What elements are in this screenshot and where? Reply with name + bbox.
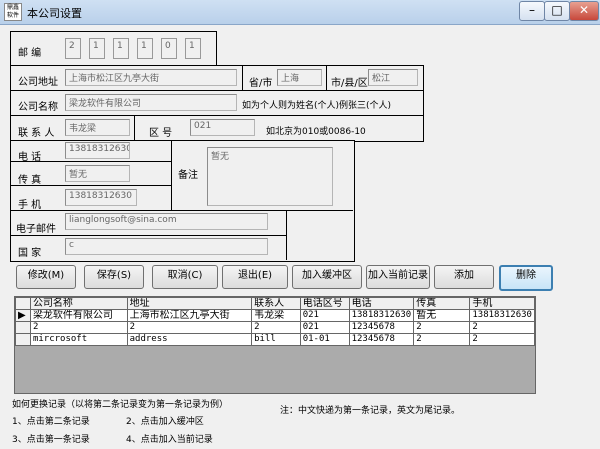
divider-mobile bbox=[10, 210, 353, 211]
maximize-button[interactable]: □ bbox=[544, 1, 570, 21]
mobile-input[interactable]: 13818312630 bbox=[65, 189, 137, 206]
step-2-text: 2、点击加入缓冲区 bbox=[126, 417, 204, 427]
table-cell[interactable]: 梁龙软件有限公司 bbox=[29, 309, 128, 322]
postcode-label: 邮 编 bbox=[18, 48, 42, 59]
company-hint: 如为个人则为姓名(个人)例张三(个人) bbox=[242, 101, 392, 111]
table-header-row: 公司名称 地址 联系人 电话区号 电话 传真 手机 bbox=[15, 297, 535, 310]
city-input[interactable]: 松江 bbox=[368, 69, 418, 86]
table-cell[interactable]: 2 bbox=[413, 333, 471, 346]
area-code-hint: 如北京为010或0086-10 bbox=[266, 127, 366, 137]
table-cell[interactable]: 暂无 bbox=[413, 309, 471, 322]
minimize-button[interactable]: – bbox=[519, 1, 545, 21]
table-cell[interactable]: 2 bbox=[126, 321, 253, 334]
address-divider bbox=[242, 66, 243, 90]
postcode-digit-3[interactable]: 1 bbox=[113, 38, 129, 59]
delete-button[interactable]: 删除 bbox=[499, 265, 553, 291]
address-label: 公司地址 bbox=[18, 77, 58, 88]
table-cell[interactable]: 2 bbox=[251, 321, 301, 334]
contact-input[interactable]: 韦龙梁 bbox=[65, 119, 130, 136]
postcode-digit-2[interactable]: 1 bbox=[89, 38, 105, 59]
records-grid[interactable]: 公司名称 地址 联系人 电话区号 电话 传真 手机 ▶ 梁龙软件有限公司 上海市… bbox=[14, 296, 536, 394]
title-bar: 鼎鑫 软件 本公司设置 – □ ✕ bbox=[0, 0, 600, 25]
exit-button[interactable]: 退出(E) bbox=[222, 265, 288, 289]
add-button[interactable]: 添加 bbox=[434, 265, 494, 289]
how-to-title: 如何更换记录（以将第二条记录变为第一条记录为例） bbox=[12, 400, 229, 410]
step-4-text: 4、点击加入当前记录 bbox=[126, 435, 213, 445]
row-header bbox=[15, 321, 31, 334]
window-title: 本公司设置 bbox=[27, 7, 82, 20]
postcode-digit-4[interactable]: 1 bbox=[137, 38, 153, 59]
app-icon: 鼎鑫 软件 bbox=[4, 3, 22, 21]
company-label: 公司名称 bbox=[18, 102, 58, 113]
records-table: 公司名称 地址 联系人 电话区号 电话 传真 手机 ▶ 梁龙软件有限公司 上海市… bbox=[15, 297, 535, 346]
email-input[interactable]: lianglongsoft@sina.com bbox=[65, 213, 268, 230]
current-row-marker: ▶ bbox=[15, 309, 31, 322]
table-row[interactable]: mircrosoft address bill 01-01 12345678 2… bbox=[15, 333, 535, 346]
table-cell[interactable]: 021 bbox=[299, 309, 350, 322]
country-label: 国 家 bbox=[18, 248, 42, 259]
email-label: 电子邮件 bbox=[16, 224, 56, 235]
column-header-address[interactable]: 地址 bbox=[126, 297, 253, 310]
contact-divider bbox=[134, 116, 135, 140]
contact-label: 联 系 人 bbox=[18, 128, 55, 139]
province-label: 省/市 bbox=[249, 78, 273, 89]
table-row[interactable]: ▶ 梁龙软件有限公司 上海市松江区九亭大街 韦龙梁 021 1381831263… bbox=[15, 309, 535, 322]
postcode-digit-6[interactable]: 1 bbox=[185, 38, 201, 59]
phone-label: 电 话 bbox=[18, 152, 42, 163]
table-cell[interactable]: 13818312630 bbox=[348, 309, 415, 322]
fax-input[interactable]: 暂无 bbox=[65, 165, 130, 182]
area-code-input[interactable]: 021 bbox=[190, 119, 255, 136]
remark-label: 备注 bbox=[178, 170, 198, 181]
save-button[interactable]: 保存(S) bbox=[84, 265, 144, 289]
divider-right bbox=[286, 210, 287, 260]
city-label: 市/县/区 bbox=[331, 78, 368, 89]
address-input[interactable]: 上海市松江区九亭大街 bbox=[65, 69, 237, 86]
column-header-area-code[interactable]: 电话区号 bbox=[299, 297, 350, 310]
step-1-text: 1、点击第二条记录 bbox=[12, 417, 90, 427]
province-input[interactable]: 上海 bbox=[277, 69, 322, 86]
step-3-text: 3、点击第一条记录 bbox=[12, 435, 90, 445]
country-input[interactable]: c bbox=[65, 238, 268, 255]
fax-label: 传 真 bbox=[18, 175, 42, 186]
add-to-buffer-button[interactable]: 加入缓冲区 bbox=[292, 265, 362, 289]
divider-email bbox=[10, 235, 286, 236]
province-divider bbox=[326, 66, 327, 90]
postcode-digit-1[interactable]: 2 bbox=[65, 38, 81, 59]
row-header bbox=[15, 333, 31, 346]
table-cell[interactable]: bill bbox=[251, 333, 301, 346]
table-cell[interactable]: 上海市松江区九亭大街 bbox=[126, 309, 253, 322]
close-button[interactable]: ✕ bbox=[569, 1, 599, 21]
add-current-record-button[interactable]: 加入当前记录 bbox=[366, 265, 430, 289]
table-cell[interactable]: 021 bbox=[299, 321, 350, 334]
table-row[interactable]: 2 2 2 021 12345678 2 2 bbox=[15, 321, 535, 334]
divider-remark bbox=[171, 140, 172, 210]
table-cell[interactable]: 2 bbox=[469, 333, 535, 346]
phone-input[interactable]: 13818312630 bbox=[65, 142, 130, 159]
table-cell[interactable]: 2 bbox=[29, 321, 128, 334]
modify-button[interactable]: 修改(M) bbox=[16, 265, 76, 289]
footnote-text: 注：中文快递为第一条记录，英文为尾记录。 bbox=[280, 406, 461, 416]
column-header-company[interactable]: 公司名称 bbox=[29, 297, 128, 310]
area-code-label: 区 号 bbox=[149, 128, 173, 139]
column-header-contact[interactable]: 联系人 bbox=[251, 297, 301, 310]
table-cell[interactable]: mircrosoft bbox=[29, 333, 128, 346]
table-cell[interactable]: 韦龙梁 bbox=[251, 309, 301, 322]
table-cell[interactable]: 12345678 bbox=[348, 333, 415, 346]
column-header-fax[interactable]: 传真 bbox=[413, 297, 471, 310]
table-cell[interactable]: 12345678 bbox=[348, 321, 415, 334]
company-input[interactable]: 梁龙软件有限公司 bbox=[65, 94, 237, 111]
table-cell[interactable]: 13818312630 bbox=[469, 309, 535, 322]
table-cell[interactable]: 2 bbox=[413, 321, 471, 334]
column-header-mobile[interactable]: 手机 bbox=[469, 297, 535, 310]
row-header-corner bbox=[15, 297, 31, 310]
mobile-label: 手 机 bbox=[18, 200, 42, 211]
table-cell[interactable]: address bbox=[126, 333, 253, 346]
cancel-button[interactable]: 取消(C) bbox=[152, 265, 218, 289]
column-header-phone[interactable]: 电话 bbox=[348, 297, 415, 310]
table-cell[interactable]: 2 bbox=[469, 321, 535, 334]
postcode-digit-5[interactable]: 0 bbox=[161, 38, 177, 59]
remark-textarea[interactable]: 暂无 bbox=[207, 147, 333, 206]
table-cell[interactable]: 01-01 bbox=[299, 333, 350, 346]
